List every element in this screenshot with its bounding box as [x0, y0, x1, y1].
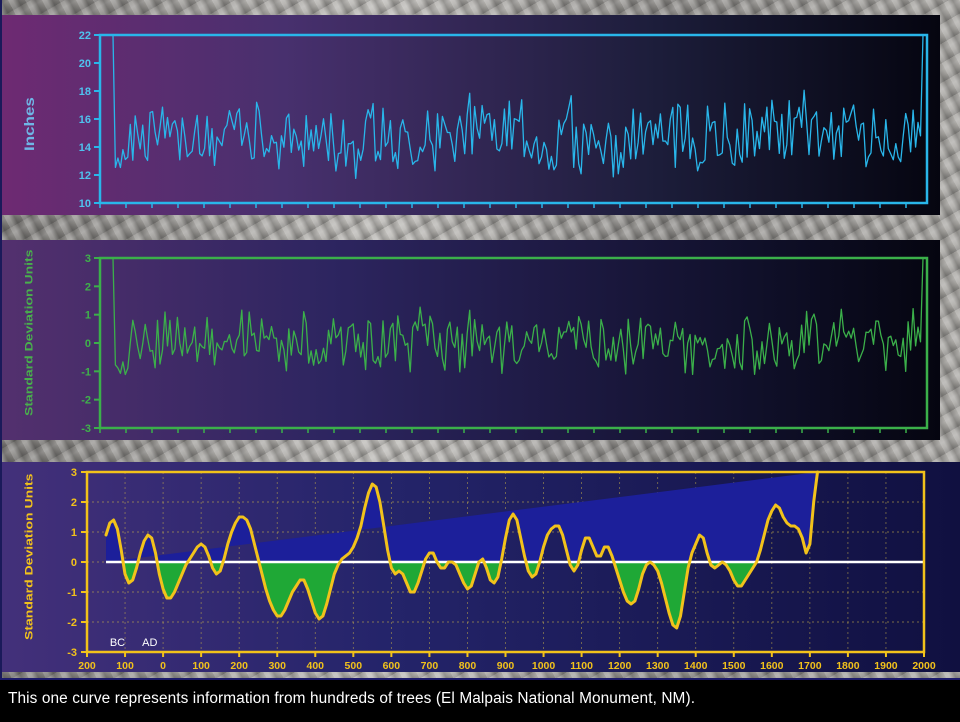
negative-area-fill: [106, 562, 818, 628]
y-tick-label: -1: [81, 366, 91, 378]
x-tick-label: 1800: [836, 660, 860, 672]
y-tick-label: 3: [85, 253, 91, 265]
standard-deviation-line-chart: -3 -2 -1 0 1 2 3: [81, 253, 929, 435]
x-tick-label: 1000: [532, 660, 556, 672]
x-tick-label: 2000: [912, 660, 936, 672]
y-axis-label-inches: Inches: [22, 97, 38, 151]
y-tick-label: 1: [85, 310, 91, 322]
data-series-line: [108, 257, 924, 376]
y-tick-label: 3: [71, 467, 77, 479]
y-tick-label: 16: [79, 114, 91, 126]
x-tick-label: 600: [383, 660, 401, 672]
y-tick-label: -2: [81, 395, 91, 407]
x-tick-label: 500: [345, 660, 363, 672]
y-tick-label: 18: [79, 86, 91, 98]
data-series-line: [108, 34, 924, 180]
x-tick-label: 800: [459, 660, 477, 672]
positive-area-fill: [106, 472, 818, 562]
y-tick-label: 2: [71, 497, 77, 509]
x-tick-label: 1300: [646, 660, 670, 672]
x-tick-label: 1100: [570, 660, 593, 672]
caption-bar: This one curve represents information fr…: [0, 678, 960, 722]
annotation-bc: BC: [110, 637, 125, 649]
smoothed-area-chart: -3-2-10123200 100 0 100 200 300 400 500 600 700 80…: [67, 467, 936, 672]
chart-panel-smoothed-curve: -3 -2 -1 0 1 2 3 200 100 0 100 200 300 400 500 600 700 80…: [2, 462, 960, 672]
y-tick-label: -1: [67, 587, 77, 599]
x-tick-label: 1900: [874, 660, 898, 672]
x-tick-label: 1500: [722, 660, 746, 672]
y-tick-label: 10: [79, 198, 91, 210]
y-tick-label: 14: [79, 142, 92, 154]
caption-text: This one curve represents information fr…: [8, 690, 696, 707]
y-tick-label: 22: [79, 30, 91, 42]
x-tick-label: 1400: [684, 660, 708, 672]
annotation-ad: AD: [142, 637, 157, 649]
y-axis-label-standard-deviation-smoothed: Standard Deviation Units: [22, 473, 36, 640]
chart-panel-standard-deviation-raw: -3 -2 -1 0 1 2 3 Standard Deviation Units: [2, 240, 940, 440]
x-tick-label: 1700: [798, 660, 822, 672]
x-tick-label: 300: [268, 660, 286, 672]
x-tick-label: 900: [497, 660, 515, 672]
y-tick-label: 20: [79, 58, 91, 70]
plot-frame: [98, 33, 929, 205]
x-tick-label: 0: [160, 660, 166, 672]
y-tick-label: -2: [67, 617, 77, 629]
inches-line-chart: 10 12 14 16 18 20 22: [79, 30, 929, 210]
y-tick-label: 0: [85, 338, 91, 350]
y-tick-label: 0: [71, 557, 77, 569]
chart-panel-inches: 10 12 14 16 18 20 22 Inches: [2, 15, 940, 215]
x-tick-label: 400: [307, 660, 325, 672]
x-tick-label: 1600: [760, 660, 784, 672]
y-tick-label: 1: [71, 527, 77, 539]
y-tick-label: 12: [79, 170, 91, 182]
x-tick-label: 700: [421, 660, 439, 672]
x-tick-label: 100: [192, 660, 210, 672]
x-tick-label: 1200: [608, 660, 632, 672]
x-tick-label: 200: [230, 660, 248, 672]
y-tick-label: -3: [81, 423, 91, 435]
y-tick-label: 2: [85, 281, 91, 293]
y-axis-label-standard-deviation: Standard Deviation Units: [22, 249, 36, 416]
y-tick-label: -3: [67, 647, 77, 659]
x-tick-label: 100: [116, 660, 134, 672]
x-tick-label: 200: [78, 660, 96, 672]
